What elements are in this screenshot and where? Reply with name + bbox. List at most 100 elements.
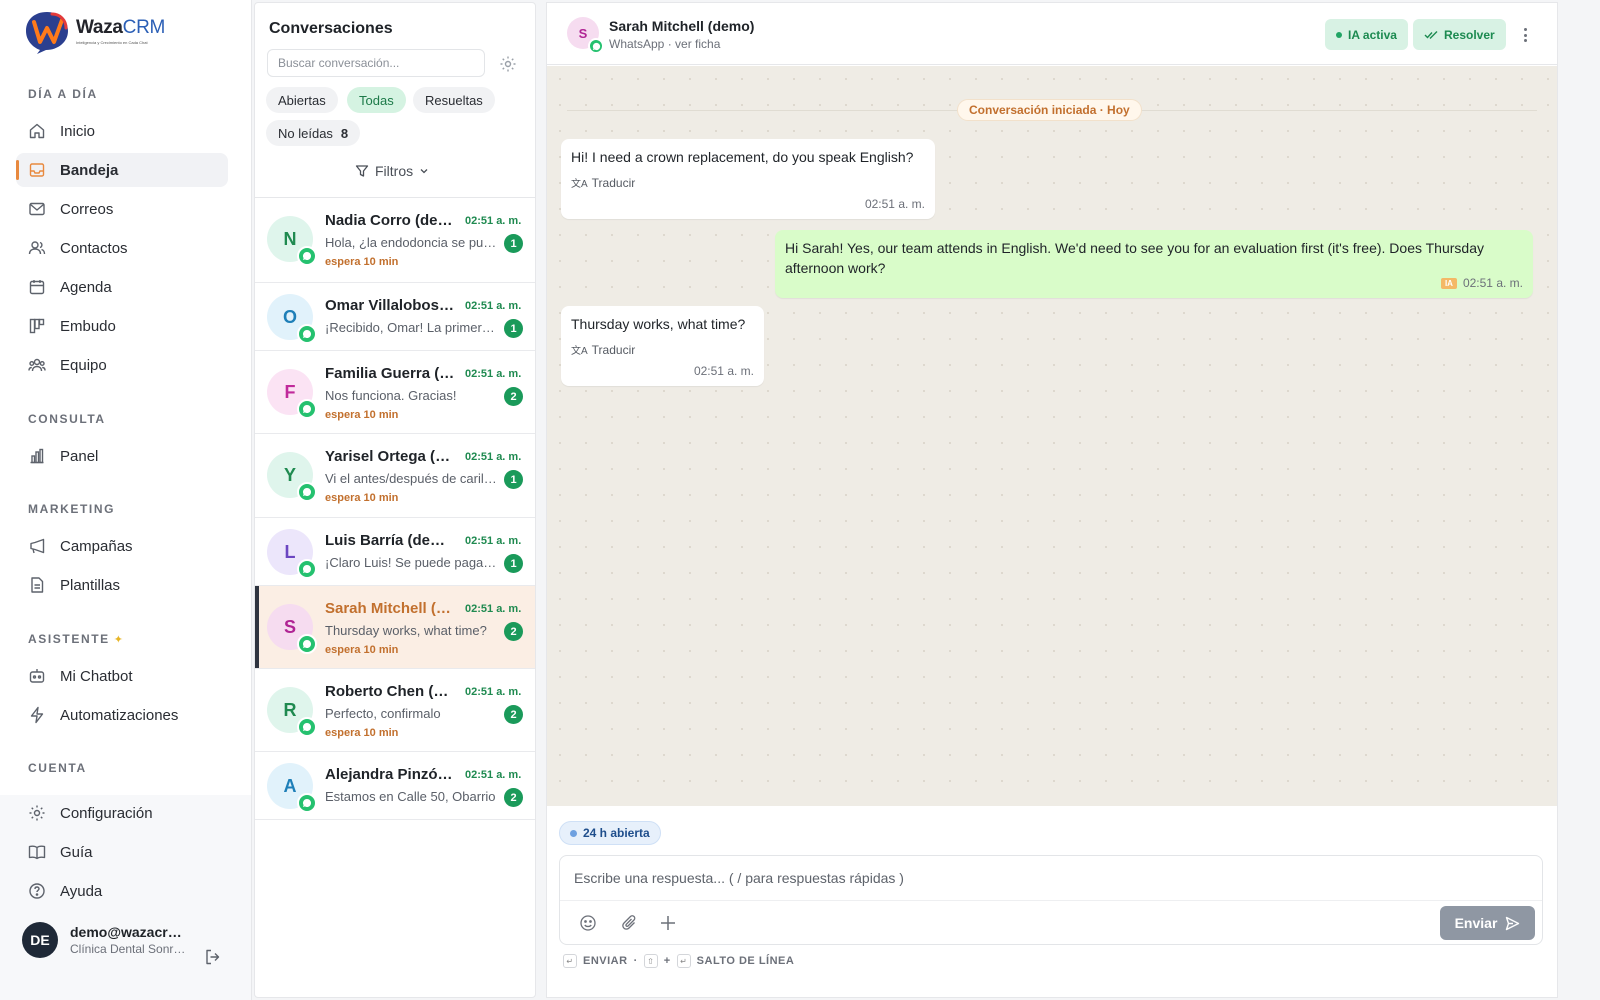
conversation-time: 02:51 a. m. bbox=[465, 300, 522, 312]
sidebar-item-automatizaciones[interactable]: Automatizaciones bbox=[16, 698, 228, 732]
sidebar-item-label: Ayuda bbox=[60, 882, 103, 900]
conversation-item[interactable]: A Alejandra Pinzón (demo) 02:51 a. m. Estam… bbox=[255, 752, 535, 820]
avatar-initial: S bbox=[283, 616, 296, 637]
avatar-initial: F bbox=[284, 381, 296, 402]
conversation-item[interactable]: S Sarah Mitchell (demo) 02:51 a. m. Thursda… bbox=[255, 586, 535, 669]
conversation-name: Luis Barría (demo) bbox=[325, 532, 457, 549]
contact-channel-link[interactable]: WhatsApp · ver ficha bbox=[609, 37, 720, 51]
sidebar-item-panel[interactable]: Panel bbox=[16, 439, 228, 473]
message-text: Thursday works, what time? bbox=[571, 316, 746, 332]
conversation-started-chip: Conversación iniciada · Hoy bbox=[957, 99, 1142, 121]
whatsapp-icon bbox=[297, 482, 317, 502]
sidebar-item-guia[interactable]: Guía bbox=[16, 835, 228, 869]
conversation-item[interactable]: L Luis Barría (demo) 02:51 a. m. ¡Claro Lui… bbox=[255, 518, 535, 586]
send-button[interactable]: Enviar bbox=[1440, 906, 1535, 940]
search-input[interactable] bbox=[267, 49, 485, 77]
wait-time-label: espera 10 min bbox=[325, 727, 399, 739]
sidebar-item-ayuda[interactable]: Ayuda bbox=[16, 874, 228, 908]
reply-input[interactable] bbox=[560, 856, 1542, 900]
conversation-item[interactable]: R Roberto Chen (demo) 02:51 a. m. Perfecto,… bbox=[255, 669, 535, 752]
wait-time-label: espera 10 min bbox=[325, 492, 399, 504]
status-dot bbox=[570, 829, 577, 837]
filters-dropdown[interactable]: Filtros bbox=[355, 163, 429, 179]
sidebar-item-agenda[interactable]: Agenda bbox=[16, 270, 228, 304]
user-org: Clínica Dental Sonrisa bbox=[70, 942, 188, 956]
conversation-item[interactable]: N Nadia Corro (demo) 02:51 a. m. Hola, ¿la … bbox=[255, 198, 535, 283]
campaign-icon bbox=[28, 537, 46, 555]
calendar-icon bbox=[28, 278, 46, 296]
avatar[interactable]: S bbox=[567, 17, 604, 54]
conversation-preview: ¡Claro Luis! Se puede pagar en cuotas bbox=[325, 555, 497, 570]
sidebar-item-embudo[interactable]: Embudo bbox=[16, 309, 228, 343]
sidebar-item-inicio[interactable]: Inicio bbox=[16, 114, 228, 148]
more-options-icon[interactable] bbox=[1517, 25, 1533, 45]
conversation-name: Omar Villalobos (demo) bbox=[325, 297, 457, 314]
keyboard-hints: ↵ ENVIAR · ⇧ + ↵ SALTO DE LÍNEA bbox=[563, 954, 794, 968]
user-email: demo@wazacrm.com bbox=[70, 924, 188, 940]
gear-icon[interactable] bbox=[499, 55, 517, 73]
conversation-preview: Nos funciona. Gracias! bbox=[325, 388, 457, 403]
ia-active-toggle[interactable]: IA activa bbox=[1325, 19, 1408, 50]
sidebar-item-label: Contactos bbox=[60, 239, 128, 257]
sidebar-item-label: Guía bbox=[60, 843, 93, 861]
conversation-item[interactable]: O Omar Villalobos (demo) 02:51 a. m. ¡Recib… bbox=[255, 283, 535, 351]
conversation-item[interactable]: Y Yarisel Ortega (demo) 02:51 a. m. Vi el a… bbox=[255, 434, 535, 518]
translate-button[interactable]: 文A Traducir bbox=[571, 175, 925, 191]
attach-icon[interactable] bbox=[620, 913, 640, 933]
sidebar-item-contactos[interactable]: Contactos bbox=[16, 231, 228, 265]
filter-todas[interactable]: Todas bbox=[347, 87, 406, 113]
sidebar-item-configuracion[interactable]: Configuración bbox=[16, 796, 228, 830]
sidebar-item-mi-chatbot[interactable]: Mi Chatbot bbox=[16, 659, 228, 693]
translate-label: Traducir bbox=[591, 175, 636, 190]
sidebar-item-plantillas[interactable]: Plantillas bbox=[16, 568, 228, 602]
resolve-button[interactable]: Resolver bbox=[1413, 19, 1506, 50]
conversation-time: 02:51 a. m. bbox=[465, 603, 522, 615]
bolt-icon bbox=[28, 706, 46, 724]
avatar-initial: Y bbox=[283, 464, 296, 485]
conversation-time: 02:51 a. m. bbox=[465, 686, 522, 698]
avatar-initial: R bbox=[283, 699, 297, 720]
sidebar-item-campanas[interactable]: Campañas bbox=[16, 529, 228, 563]
conversation-time: 02:51 a. m. bbox=[465, 215, 522, 227]
help-icon bbox=[28, 882, 46, 900]
logout-icon[interactable] bbox=[204, 948, 222, 966]
shift-key-icon: ⇧ bbox=[643, 954, 658, 968]
sidebar-item-label: Correos bbox=[60, 200, 114, 218]
conversation-time: 02:51 a. m. bbox=[465, 451, 522, 463]
hint-plus: + bbox=[663, 955, 671, 967]
conversation-item[interactable]: F Familia Guerra (demo) 02:51 a. m. Nos fun… bbox=[255, 351, 535, 434]
avatar: A bbox=[267, 763, 317, 813]
plus-icon[interactable] bbox=[658, 913, 678, 933]
sidebar-item-equipo[interactable]: Equipo bbox=[16, 348, 228, 382]
sidebar-item-correos[interactable]: Correos bbox=[16, 192, 228, 226]
conversation-list-panel: Conversaciones Abiertas Todas Resueltas … bbox=[254, 2, 536, 998]
filter-resueltas[interactable]: Resueltas bbox=[413, 87, 495, 113]
sidebar-item-bandeja[interactable]: Bandeja bbox=[16, 153, 228, 187]
avatar: F bbox=[267, 369, 317, 419]
brand-name: WazaCRM bbox=[76, 17, 166, 38]
unread-badge: 2 bbox=[504, 387, 523, 406]
sparkle-icon: ✦ bbox=[113, 634, 123, 646]
brand-logo[interactable]: WazaCRM Inteligencia y Crecimiento en Ca… bbox=[22, 8, 165, 54]
avatar: Y bbox=[267, 452, 317, 502]
avatar-initial: N bbox=[283, 228, 297, 249]
settings-icon bbox=[28, 804, 46, 822]
filter-no-leidas[interactable]: No leídas 8 bbox=[266, 120, 361, 146]
conversation-name: Nadia Corro (demo) bbox=[325, 212, 457, 229]
whatsapp-icon bbox=[297, 559, 317, 579]
conversation-time: 02:51 a. m. bbox=[465, 535, 522, 547]
hint-separator: · bbox=[633, 955, 638, 967]
hint-newline: SALTO DE LÍNEA bbox=[696, 955, 795, 967]
emoji-icon[interactable] bbox=[578, 913, 598, 933]
filter-abiertas[interactable]: Abiertas bbox=[266, 87, 338, 113]
avatar-initial: O bbox=[282, 306, 297, 327]
sidebar-item-label: Agenda bbox=[60, 278, 112, 296]
enter-key-icon: ↵ bbox=[563, 954, 577, 968]
section-marketing: MARKETING bbox=[28, 502, 116, 516]
conversation-name: Alejandra Pinzón (demo) bbox=[325, 766, 457, 783]
filter-icon bbox=[355, 165, 369, 177]
filter-no-leidas-label: No leídas bbox=[278, 125, 333, 141]
user-profile[interactable]: DE demo@wazacrm.com Clínica Dental Sonri… bbox=[22, 922, 188, 958]
message-area: Conversación iniciada · Hoy Hi! I need a… bbox=[547, 66, 1557, 806]
translate-button[interactable]: 文A Traducir bbox=[571, 342, 754, 358]
